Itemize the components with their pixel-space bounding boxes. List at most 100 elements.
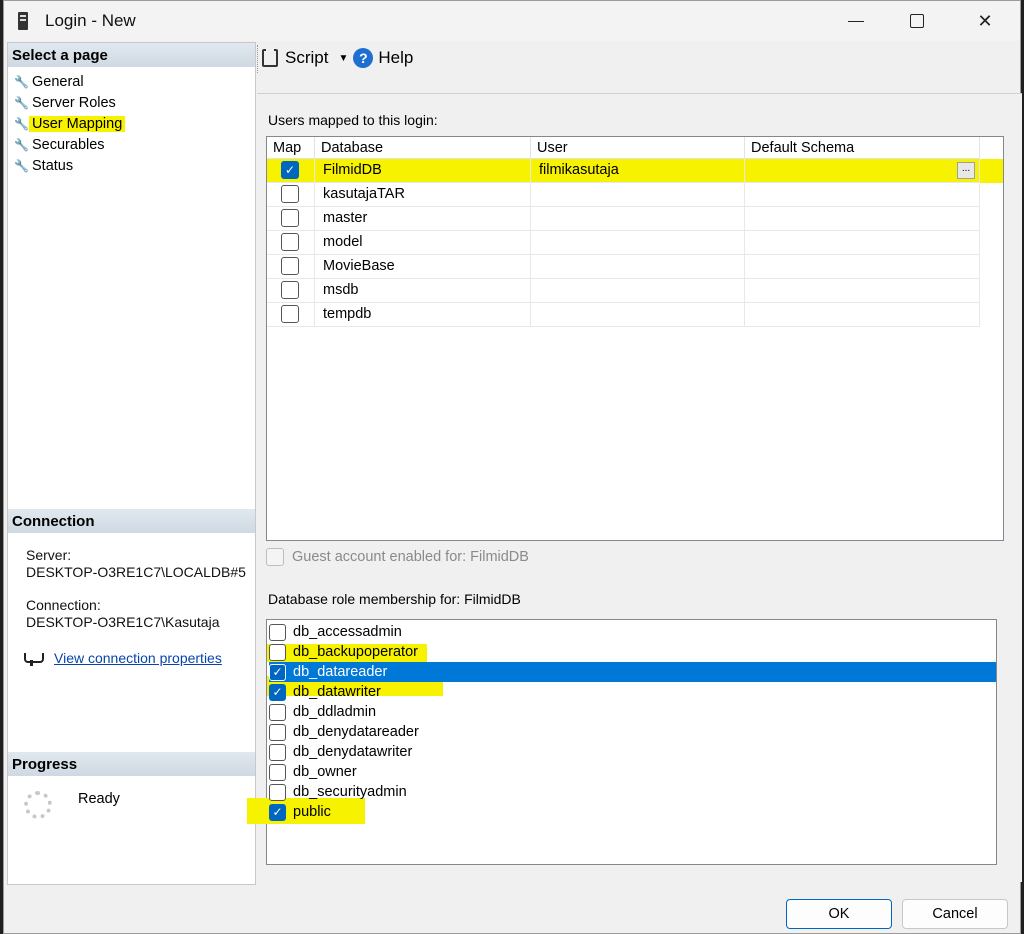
table-row[interactable]: master [267,207,980,231]
ok-button[interactable]: OK [786,899,892,929]
role-checkbox[interactable] [269,643,286,661]
role-item[interactable]: ✓ public [269,802,996,822]
database-cell: kasutajaTAR [315,183,531,206]
role-item[interactable]: db_ddladmin [269,702,996,722]
table-row[interactable]: kasutajaTAR [267,183,980,207]
role-label: public [293,804,331,820]
table-row[interactable]: tempdb [267,303,980,327]
page-item-user-mapping[interactable]: 🔧 User Mapping [12,113,126,134]
page-item-server-roles[interactable]: 🔧 Server Roles [12,92,125,113]
col-map[interactable]: Map [267,137,315,158]
role-checkbox[interactable]: ✓ [269,803,286,821]
default-schema-cell[interactable]: ... [745,159,980,182]
default-schema-cell[interactable] [745,303,980,326]
role-label: db_owner [293,764,357,780]
role-item[interactable]: ✓ db_datawriter [269,682,996,702]
user-cell[interactable] [531,231,745,254]
table-row[interactable]: ✓ FilmidDB filmikasutaja... [267,159,980,183]
map-checkbox[interactable] [281,233,299,251]
role-label: db_datawriter [293,684,381,700]
map-checkbox[interactable] [281,209,299,227]
page-item-securables[interactable]: 🔧 Securables [12,134,125,155]
role-item[interactable]: ✓ db_datareader [269,662,996,682]
col-user[interactable]: User [531,137,745,158]
role-membership-list: db_accessadmin db_backupoperator ✓ db_datar… [247,619,997,865]
close-button[interactable]: ✕ [956,1,1014,41]
script-dropdown-icon[interactable]: ▼ [338,53,348,64]
maximize-button[interactable] [888,1,946,41]
map-checkbox[interactable] [281,305,299,323]
users-mapped-grid: Map Database User Default Schema ✓ Filmid… [266,136,1004,541]
guest-account-checkbox[interactable] [266,548,284,566]
role-checkbox[interactable] [269,723,286,741]
user-cell[interactable]: filmikasutaja [531,159,745,182]
page-item-general[interactable]: 🔧 General [12,71,125,92]
role-item[interactable]: db_securityadmin [269,782,996,802]
table-row[interactable]: MovieBase [267,255,980,279]
view-connection-properties-link[interactable]: View connection properties [54,650,222,666]
connection-info: Server: DESKTOP-O3RE1C7\LOCALDB#5 Connec… [26,547,246,631]
role-membership-label: Database role membership for: FilmidDB [268,591,521,607]
role-item[interactable]: db_denydatawriter [269,742,996,762]
map-cell [267,183,315,206]
role-item[interactable]: db_backupoperator [269,642,996,662]
default-schema-cell[interactable] [745,255,980,278]
role-checkbox[interactable] [269,763,286,781]
role-label: db_securityadmin [293,784,407,800]
connection-header: Connection [8,509,255,533]
user-cell[interactable] [531,303,745,326]
role-label: db_denydatawriter [293,744,413,760]
server-icon [18,12,28,30]
minimize-button[interactable] [827,1,885,41]
user-cell[interactable] [531,207,745,230]
role-checkbox[interactable] [269,743,286,761]
cancel-button[interactable]: Cancel [902,899,1008,929]
role-item[interactable]: db_denydatareader [269,722,996,742]
progress-status: Ready [78,791,120,807]
database-cell: msdb [315,279,531,302]
default-schema-cell[interactable] [745,183,980,206]
default-schema-cell[interactable] [745,279,980,302]
help-icon: ? [353,48,374,68]
default-schema-cell[interactable] [745,231,980,254]
role-checkbox[interactable]: ✓ [269,663,286,681]
help-button[interactable]: Help [378,48,413,68]
grid-header: Map Database User Default Schema [267,137,980,159]
database-cell: master [315,207,531,230]
role-item[interactable]: db_owner [269,762,996,782]
role-checkbox[interactable]: ✓ [269,683,286,701]
default-schema-cell[interactable] [745,207,980,230]
map-checkbox[interactable] [281,257,299,275]
select-page-header: Select a page [8,43,255,67]
role-checkbox[interactable] [269,783,286,801]
table-row[interactable]: model [267,231,980,255]
page-label: Server Roles [32,94,116,111]
role-item[interactable]: db_accessadmin [269,622,996,642]
script-button[interactable]: Script [285,48,328,68]
wrench-icon: 🔧 [14,137,29,152]
table-row[interactable]: msdb [267,279,980,303]
role-checkbox[interactable] [269,623,286,641]
map-cell [267,231,315,254]
wrench-icon: 🔧 [14,158,29,173]
role-label: db_accessadmin [293,624,402,640]
col-database[interactable]: Database [315,137,531,158]
page-item-status[interactable]: 🔧 Status [12,155,125,176]
user-cell[interactable] [531,255,745,278]
progress-spinner-icon [24,791,52,819]
progress-header: Progress [8,752,255,776]
map-checkbox[interactable] [281,185,299,203]
map-checkbox[interactable] [281,281,299,299]
schema-browse-button[interactable]: ... [957,162,975,179]
toolbar: Script ▼ ? Help [262,45,413,71]
map-checkbox[interactable]: ✓ [281,161,299,179]
col-default-schema[interactable]: Default Schema [745,137,980,158]
page-label: User Mapping [29,115,126,132]
users-mapped-label: Users mapped to this login: [268,112,438,128]
user-cell[interactable] [531,279,745,302]
role-checkbox[interactable] [269,703,286,721]
title-bar: Login - New ✕ [4,1,1020,41]
view-connection-link-row: View connection properties [22,650,222,666]
user-cell[interactable] [531,183,745,206]
guest-account-label: Guest account enabled for: FilmidDB [292,549,529,565]
